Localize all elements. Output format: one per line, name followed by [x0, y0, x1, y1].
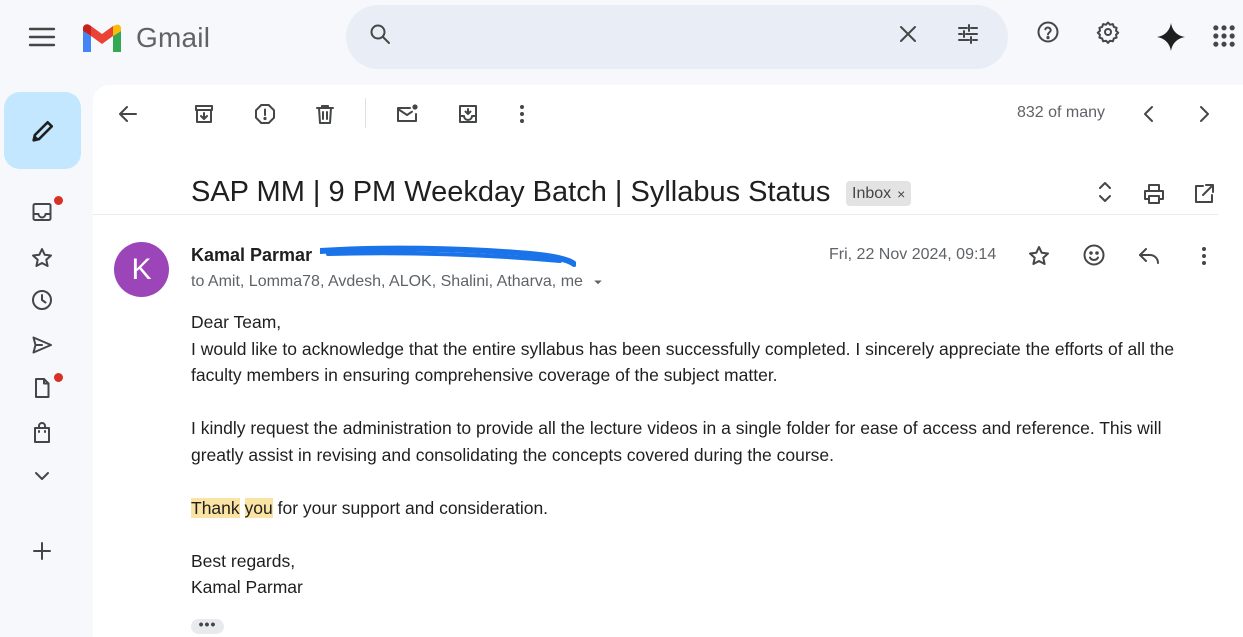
more-vert-icon — [520, 105, 524, 123]
recipients-text: to Amit, Lomma78, Avdesh, ALOK, Shalini,… — [191, 273, 583, 290]
nav-purchases[interactable] — [30, 421, 54, 445]
avatar[interactable]: K — [114, 242, 169, 297]
signoff: Best regards, — [191, 550, 296, 571]
nav-snoozed[interactable] — [30, 288, 54, 312]
delete-button[interactable] — [313, 102, 337, 126]
draft-icon — [35, 378, 50, 398]
star-icon — [1029, 246, 1049, 265]
expand-collapse-icon — [1099, 182, 1111, 202]
email-body: Dear Team, I would like to acknowledge t… — [191, 309, 1211, 601]
nav-inbox[interactable] — [30, 196, 63, 224]
more-actions-button[interactable] — [510, 102, 534, 126]
gmail-logo-icon — [83, 23, 121, 52]
gemini-spark-icon — [1156, 22, 1186, 52]
thanks-line: Thank you for your support and considera… — [191, 495, 1211, 522]
search-options-button[interactable] — [956, 22, 980, 46]
show-trimmed-content-button[interactable]: ••• — [191, 617, 224, 634]
google-apps-button[interactable] — [1210, 22, 1238, 50]
menu-icon — [28, 27, 56, 47]
label-chip-text: Inbox — [852, 184, 892, 202]
highlighted-word: Thank — [191, 497, 240, 518]
report-spam-icon — [255, 104, 275, 124]
chevron-left-icon — [1144, 106, 1153, 122]
create-label-button[interactable] — [30, 539, 54, 563]
nav-starred[interactable] — [30, 246, 54, 270]
app-name: Gmail — [136, 22, 211, 53]
newer-button[interactable] — [1137, 102, 1161, 126]
pencil-icon — [31, 120, 53, 142]
move-to-button[interactable] — [456, 102, 480, 126]
chevron-right-icon — [1200, 106, 1209, 122]
recipients-line[interactable]: to Amit, Lomma78, Avdesh, ALOK, Shalini,… — [191, 273, 607, 291]
settings-icon — [1096, 21, 1120, 44]
apps-grid-icon — [1213, 25, 1235, 47]
body-paragraph-1: I would like to acknowledge that the ent… — [191, 338, 1175, 386]
subject-divider — [93, 214, 1218, 215]
print-button[interactable] — [1142, 182, 1166, 206]
older-button[interactable] — [1192, 102, 1216, 126]
tune-icon — [958, 24, 978, 44]
sender-name[interactable]: Kamal Parmar — [191, 245, 312, 266]
send-icon — [32, 336, 52, 354]
expand-all-button[interactable] — [1093, 180, 1117, 204]
delete-icon — [316, 105, 334, 124]
archive-icon — [195, 105, 213, 123]
star-icon — [32, 248, 52, 267]
close-icon — [900, 26, 916, 42]
highlighted-word: you — [244, 497, 273, 518]
notification-dot — [54, 196, 63, 205]
notification-dot — [54, 373, 63, 382]
search-icon — [370, 24, 390, 44]
clear-search-button[interactable] — [896, 22, 920, 46]
support-button[interactable] — [1036, 20, 1060, 44]
emoji-icon — [1083, 244, 1105, 266]
reply-button[interactable] — [1137, 244, 1161, 268]
caret-down-icon[interactable] — [589, 273, 607, 291]
signature: Kamal Parmar — [191, 577, 303, 597]
back-arrow-icon — [119, 106, 137, 122]
remove-label-icon[interactable]: × — [897, 186, 905, 202]
chevron-down-icon — [35, 472, 49, 480]
body-paragraph-2: I kindly request the administration to p… — [191, 418, 1162, 465]
search-button[interactable] — [368, 22, 392, 46]
add-reaction-button[interactable] — [1082, 243, 1106, 267]
mark-unread-icon — [397, 104, 418, 122]
search-input[interactable] — [410, 20, 880, 52]
archive-button[interactable] — [192, 102, 216, 126]
message-more-button[interactable] — [1192, 244, 1216, 268]
toolbar-divider — [365, 98, 366, 128]
thanks-rest: for your support and consideration. — [272, 497, 549, 518]
bag-icon — [34, 422, 50, 443]
move-to-icon — [459, 105, 477, 123]
gmail-logo[interactable]: Gmail — [80, 18, 210, 58]
open-in-new-window-button[interactable] — [1192, 182, 1216, 206]
back-button[interactable] — [116, 102, 140, 126]
message-count: 832 of many — [1017, 104, 1106, 121]
reply-icon — [1139, 248, 1159, 264]
email-date: Fri, 22 Nov 2024, 09:14 — [829, 246, 997, 263]
gemini-button[interactable] — [1154, 20, 1188, 54]
mark-unread-button[interactable] — [395, 102, 419, 126]
inbox-icon — [32, 203, 52, 221]
compose-button[interactable] — [4, 92, 81, 169]
more-vert-icon — [1202, 247, 1206, 265]
print-icon — [1144, 184, 1164, 204]
plus-icon — [33, 542, 51, 560]
nav-sent[interactable] — [30, 333, 54, 357]
clock-icon — [32, 290, 52, 310]
star-message-button[interactable] — [1027, 244, 1051, 268]
nav-more[interactable] — [30, 464, 54, 488]
help-icon — [1037, 21, 1059, 43]
open-new-window-icon — [1195, 184, 1214, 203]
report-spam-button[interactable] — [253, 102, 277, 126]
redaction-scribble — [320, 245, 576, 267]
nav-drafts[interactable] — [30, 373, 63, 400]
label-chip[interactable]: Inbox × — [846, 181, 912, 206]
main-menu-button[interactable] — [24, 22, 60, 52]
email-subject: SAP MM | 9 PM Weekday Batch | Syllabus S… — [191, 176, 831, 208]
settings-button[interactable] — [1096, 20, 1120, 44]
greeting: Dear Team, — [191, 312, 282, 332]
